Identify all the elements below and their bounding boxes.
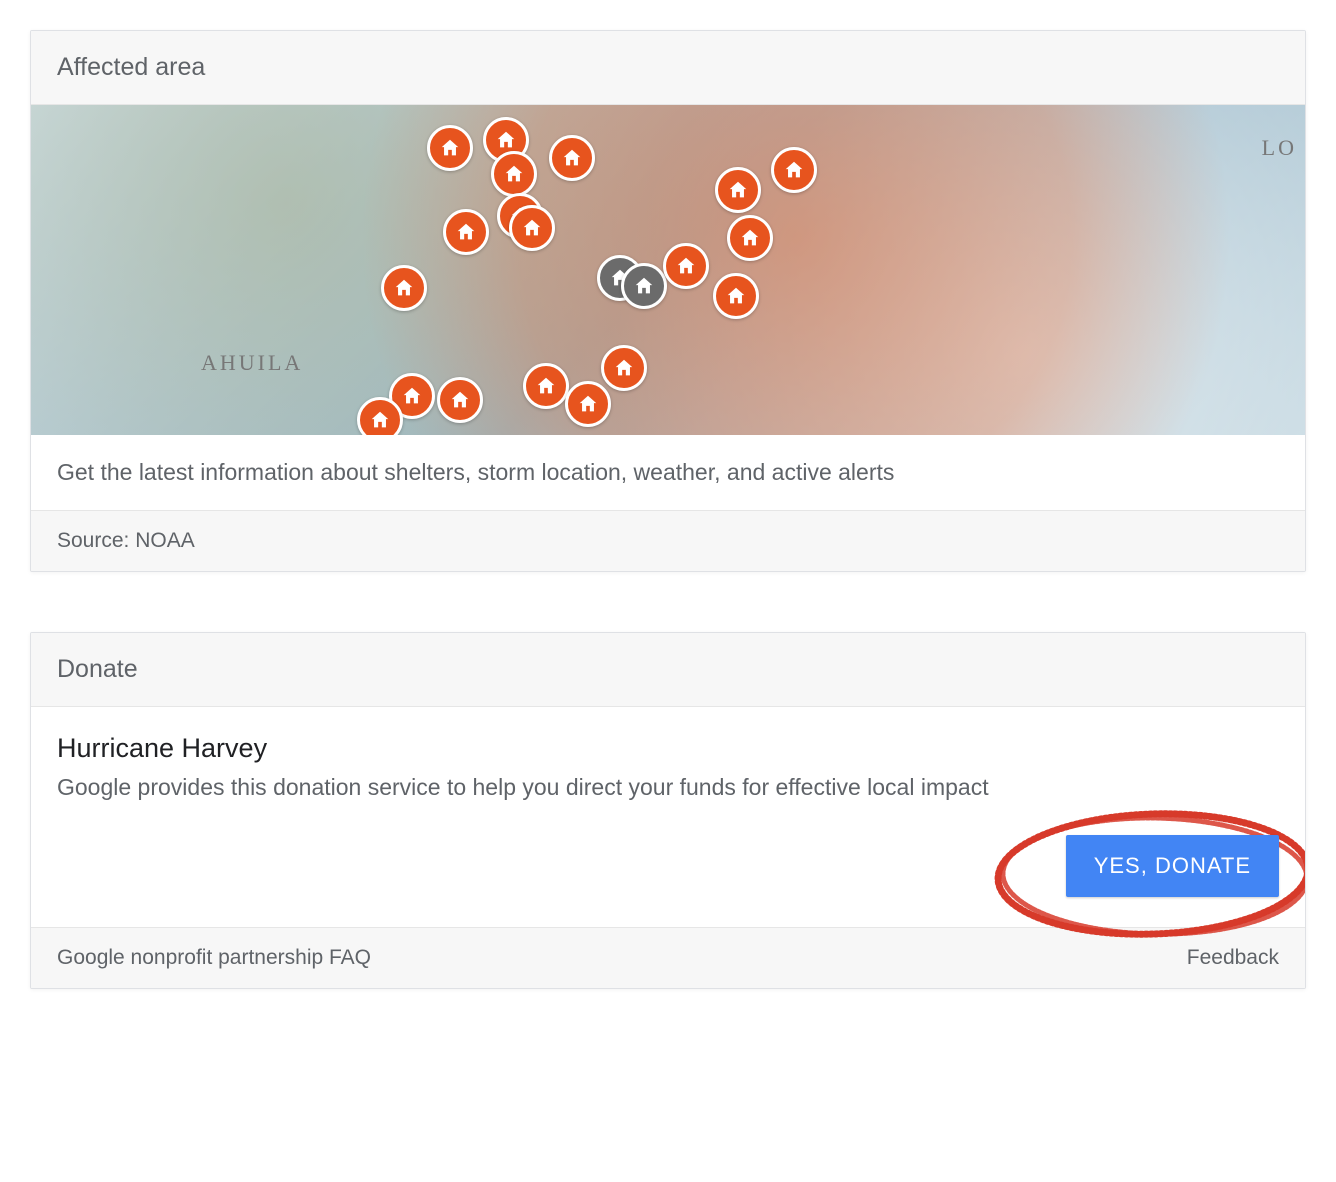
shelter-marker-icon[interactable] <box>771 147 817 193</box>
affected-area-card: Affected area AHUILA LO Get the latest i… <box>30 30 1306 572</box>
feedback-link[interactable]: Feedback <box>1187 946 1279 970</box>
donate-body: Hurricane Harvey Google provides this do… <box>31 707 1305 927</box>
donate-button[interactable]: YES, DONATE <box>1066 835 1279 897</box>
map-region-label: LO <box>1262 135 1297 161</box>
donate-title: Hurricane Harvey <box>57 733 1279 764</box>
card-header: Affected area <box>31 31 1305 105</box>
shelter-marker-icon[interactable] <box>509 205 555 251</box>
card-header: Donate <box>31 633 1305 707</box>
shelter-marker-icon[interactable] <box>713 273 759 319</box>
shelter-marker-icon[interactable] <box>663 243 709 289</box>
card-footer: Google nonprofit partnership FAQ Feedbac… <box>31 927 1305 988</box>
shelter-marker-icon[interactable] <box>491 151 537 197</box>
card-source-text: Source: NOAA <box>57 529 195 553</box>
shelter-marker-icon[interactable] <box>357 397 403 435</box>
shelter-marker-icon[interactable] <box>621 263 667 309</box>
shelter-marker-icon[interactable] <box>601 345 647 391</box>
shelter-marker-icon[interactable] <box>523 363 569 409</box>
shelter-marker-icon[interactable] <box>443 209 489 255</box>
shelter-marker-icon[interactable] <box>437 377 483 423</box>
shelter-marker-icon[interactable] <box>565 381 611 427</box>
affected-area-map[interactable]: AHUILA LO <box>31 105 1305 435</box>
donate-action-row: YES, DONATE <box>57 835 1279 897</box>
shelter-marker-icon[interactable] <box>549 135 595 181</box>
shelter-marker-icon[interactable] <box>715 167 761 213</box>
shelter-marker-icon[interactable] <box>727 215 773 261</box>
card-footer: Source: NOAA <box>31 510 1305 571</box>
card-body: Get the latest information about shelter… <box>31 435 1305 510</box>
card-header-text: Affected area <box>57 53 205 81</box>
shelter-marker-icon[interactable] <box>427 125 473 171</box>
map-region-label: AHUILA <box>201 350 303 376</box>
donate-description: Google provides this donation service to… <box>57 774 1279 801</box>
faq-link[interactable]: Google nonprofit partnership FAQ <box>57 946 371 970</box>
card-body-text: Get the latest information about shelter… <box>57 459 894 485</box>
card-header-text: Donate <box>57 655 138 683</box>
shelter-marker-icon[interactable] <box>381 265 427 311</box>
donate-card: Donate Hurricane Harvey Google provides … <box>30 632 1306 989</box>
